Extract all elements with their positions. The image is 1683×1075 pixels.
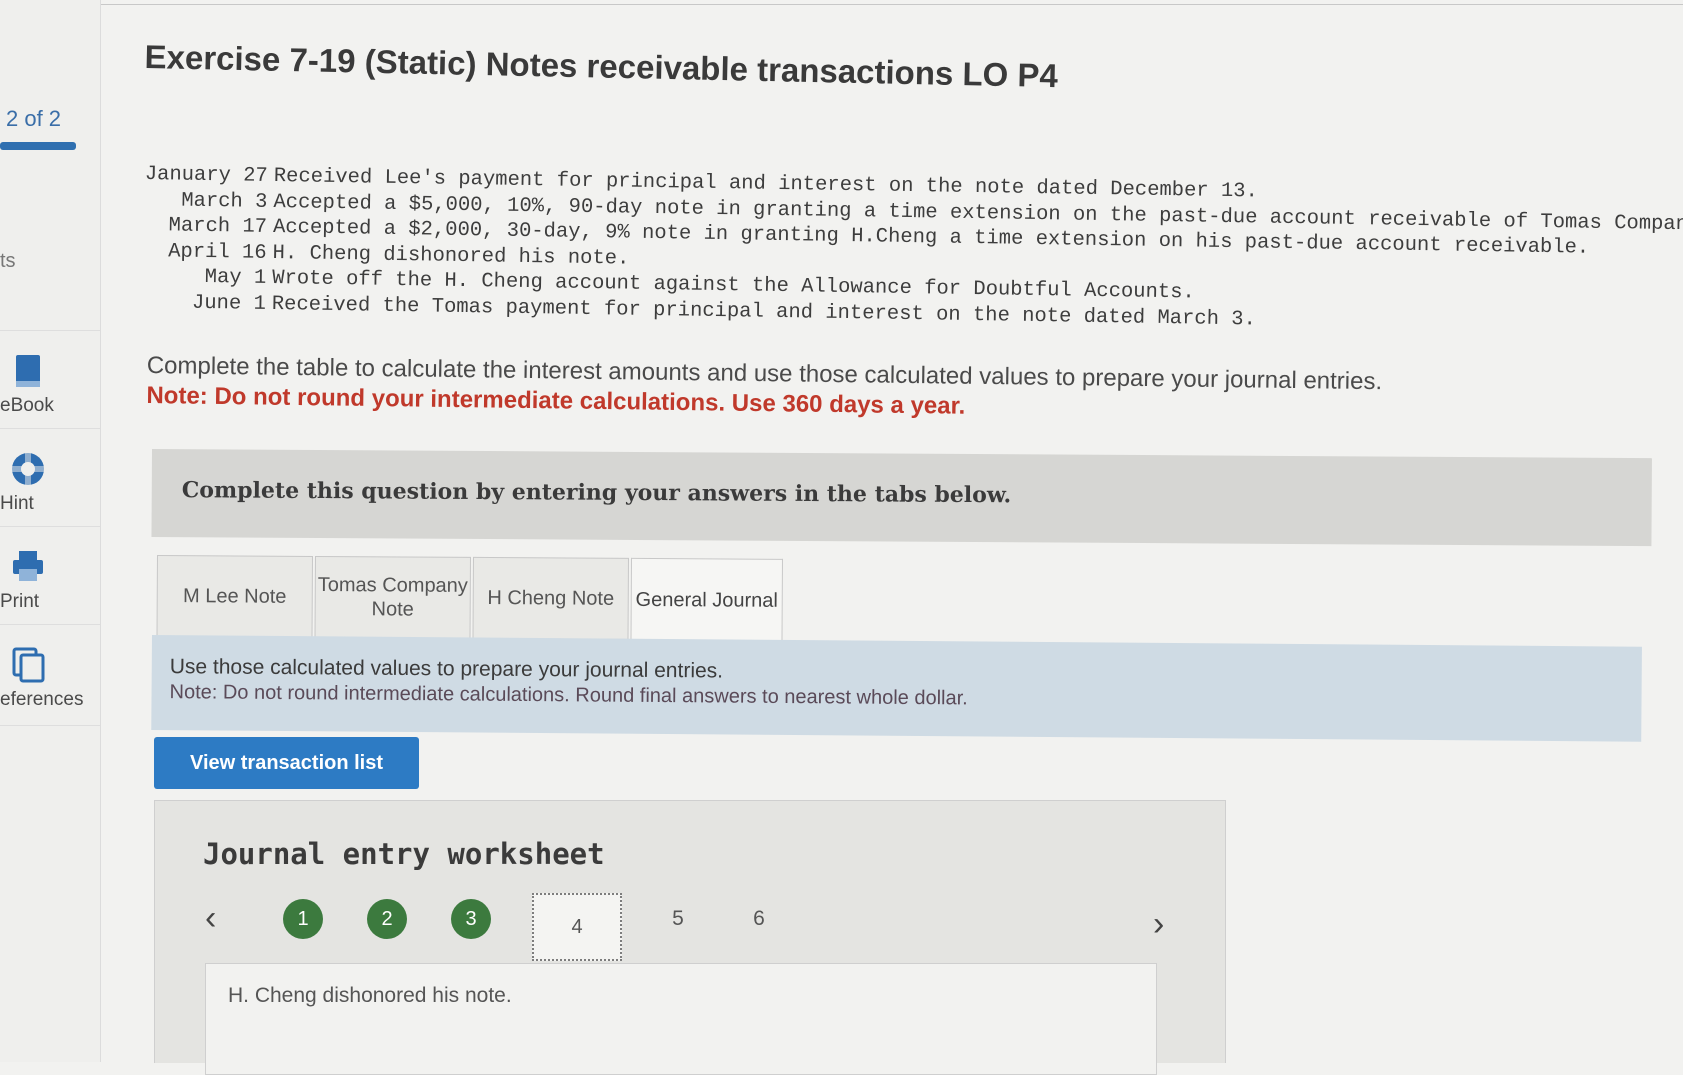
chevron-left-icon[interactable]: ‹ — [205, 899, 216, 938]
sidebar-item-label: eBook — [0, 395, 54, 416]
sidebar: 2 of 2 ts eBook Hint Print eferences — [0, 0, 101, 1062]
step-2-button[interactable]: 2 — [367, 899, 407, 939]
sidebar-item-label: eferences — [0, 689, 84, 710]
instructions: Complete the table to calculate the inte… — [146, 352, 1382, 426]
info-line-2: Note: Do not round intermediate calculat… — [169, 681, 968, 710]
view-transaction-list-button[interactable]: View transaction list — [154, 737, 419, 789]
tab-tomas-company-note[interactable]: Tomas Company Note — [314, 555, 471, 639]
worksheet-title: Journal entry worksheet — [203, 837, 605, 871]
progress-indicator: 2 of 2 — [6, 106, 62, 131]
step-6-button[interactable]: 6 — [739, 899, 779, 939]
info-line-1: Use those calculated values to prepare y… — [169, 655, 724, 683]
top-divider — [0, 4, 1683, 5]
sidebar-item-hint[interactable]: Hint — [0, 428, 100, 527]
step-3-button[interactable]: 3 — [451, 899, 491, 939]
tab-h-cheng-note[interactable]: H Cheng Note — [472, 556, 629, 640]
transaction-date: March 3 — [181, 189, 268, 214]
transaction-date: June 1 — [191, 291, 266, 316]
sidebar-item-print[interactable]: Print — [0, 526, 100, 625]
entry-description: H. Cheng dishonored his note. — [228, 984, 512, 1007]
transaction-date: April 16 — [168, 239, 267, 265]
book-icon — [16, 355, 40, 387]
step-5-button[interactable]: 5 — [658, 899, 698, 939]
question-banner: Complete this question by entering your … — [151, 449, 1652, 547]
progress-bar — [0, 142, 76, 150]
transaction-date: January 27 — [144, 162, 269, 188]
step-4-button[interactable]: 4 — [532, 893, 622, 961]
transaction-date: May 1 — [204, 265, 267, 290]
entry-description-box: H. Cheng dishonored his note. — [205, 963, 1157, 1075]
transaction-list: January 27 Received Lee's payment for pri… — [143, 162, 1683, 340]
sidebar-item-ebook[interactable]: eBook — [0, 330, 100, 429]
chevron-right-icon[interactable]: › — [1153, 905, 1164, 944]
sidebar-item-references[interactable]: eferences — [0, 624, 100, 726]
page-title: Exercise 7-19 (Static) Notes receivable … — [144, 38, 1059, 95]
step-1-button[interactable]: 1 — [283, 899, 323, 939]
tab-general-journal[interactable]: General Journal — [630, 557, 783, 642]
sidebar-item-label: Hint — [0, 493, 34, 514]
info-bar: Use those calculated values to prepare y… — [151, 635, 1642, 742]
sidebar-stub-text: ts — [0, 250, 16, 272]
references-icon — [12, 647, 45, 683]
printer-icon — [13, 551, 43, 581]
journal-entry-worksheet: Journal entry worksheet ‹ 1 2 3 4 5 6 › … — [154, 800, 1226, 1075]
transaction-date: March 17 — [168, 214, 268, 239]
lifebuoy-icon — [12, 453, 44, 485]
banner-text: Complete this question by entering your … — [181, 477, 1012, 509]
sidebar-item-label: Print — [0, 591, 40, 612]
tab-m-lee-note[interactable]: M Lee Note — [156, 555, 313, 638]
